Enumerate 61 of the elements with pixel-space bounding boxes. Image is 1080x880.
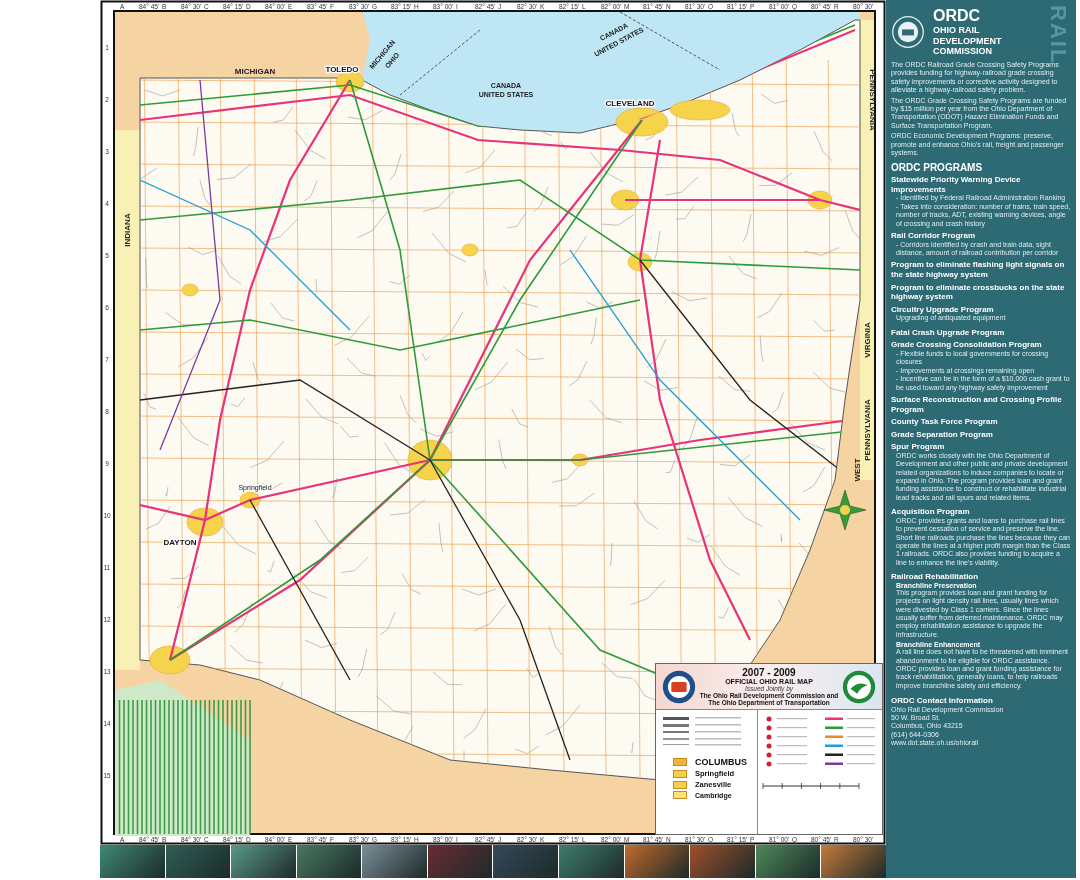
city-area [807, 190, 833, 210]
program-title: Acquisition Program [891, 507, 971, 517]
population-swatch [673, 758, 687, 766]
photo-placeholder [296, 845, 362, 878]
contact-heading: ORDC Contact Information [891, 696, 994, 706]
program-title: Spur Program [891, 442, 946, 452]
program-title: Grade Crossing Consolidation Program [891, 340, 1043, 350]
city-label: DAYTON [163, 538, 197, 547]
city-area [149, 645, 191, 675]
population-swatch [673, 780, 687, 789]
photo-placeholder [821, 845, 886, 878]
org-title: ORDC [933, 7, 982, 26]
population-swatch [673, 769, 687, 778]
city-area [335, 71, 365, 93]
state-label: MICHIGAN [234, 67, 276, 76]
photo-placeholder [559, 845, 624, 878]
photo-placeholder [362, 845, 427, 878]
state-label: INDIANA [123, 213, 132, 247]
city-size-label: COLUMBUS [695, 757, 747, 767]
program-title: Surface Reconstruction and Crossing Profile Program [891, 394, 1063, 415]
city-area [181, 283, 199, 297]
bird-logo-icon [842, 669, 876, 704]
state-label: VIRGINIA [863, 322, 872, 358]
city-area [610, 189, 640, 211]
seal-icon [891, 15, 925, 49]
city-area [186, 507, 224, 537]
photo-placeholder [755, 845, 821, 878]
city-area [461, 243, 479, 257]
program-title: Circuitry Upgrade Program [891, 304, 995, 315]
city-area [615, 107, 669, 137]
city-label: TOLEDO [325, 65, 359, 74]
program-title: Program to eliminate flashing light signals on the state highway system [891, 260, 1066, 280]
photo-placeholder [100, 845, 165, 878]
photo-placeholder [493, 845, 559, 878]
photo-placeholder [690, 845, 755, 878]
city-area [407, 439, 453, 481]
program-title: Program to eliminate crossbucks on the state highway system [891, 282, 1066, 302]
state-label: PENNSYLVANIA [863, 399, 872, 461]
section-heading: ORDC PROGRAMS [891, 162, 984, 174]
org-name: OHIO RAIL DEVELOPMENT COMMISSION [933, 25, 1003, 57]
program-title: Railroad Rehabilitation [891, 572, 980, 582]
city-area [627, 252, 653, 272]
program-title: Statewide Priority Warning Device Improvements [891, 175, 1022, 195]
locomotive-logo-icon [662, 669, 696, 704]
state-label: WEST [853, 458, 862, 482]
city-label: CLEVELAND [605, 99, 655, 108]
population-swatch [673, 791, 687, 799]
city-area [571, 453, 589, 467]
photo-placeholder [165, 845, 231, 878]
program-title: Grade Separation Program [891, 429, 994, 440]
state-label: PENNSYLVANIA [868, 69, 877, 131]
program-title: Fatal Crash Upgrade Program [891, 327, 1006, 338]
program-title: County Task Force Program [891, 417, 999, 427]
program-title: Rail Corridor Program [891, 231, 976, 241]
city-area [669, 99, 731, 121]
photo-placeholder [427, 845, 493, 878]
photo-placeholder [624, 845, 690, 878]
city-area [239, 491, 261, 509]
legend-title: 2007 - 2009 [742, 667, 796, 678]
compass-rose-icon [823, 489, 867, 531]
photo-placeholder [231, 845, 296, 878]
